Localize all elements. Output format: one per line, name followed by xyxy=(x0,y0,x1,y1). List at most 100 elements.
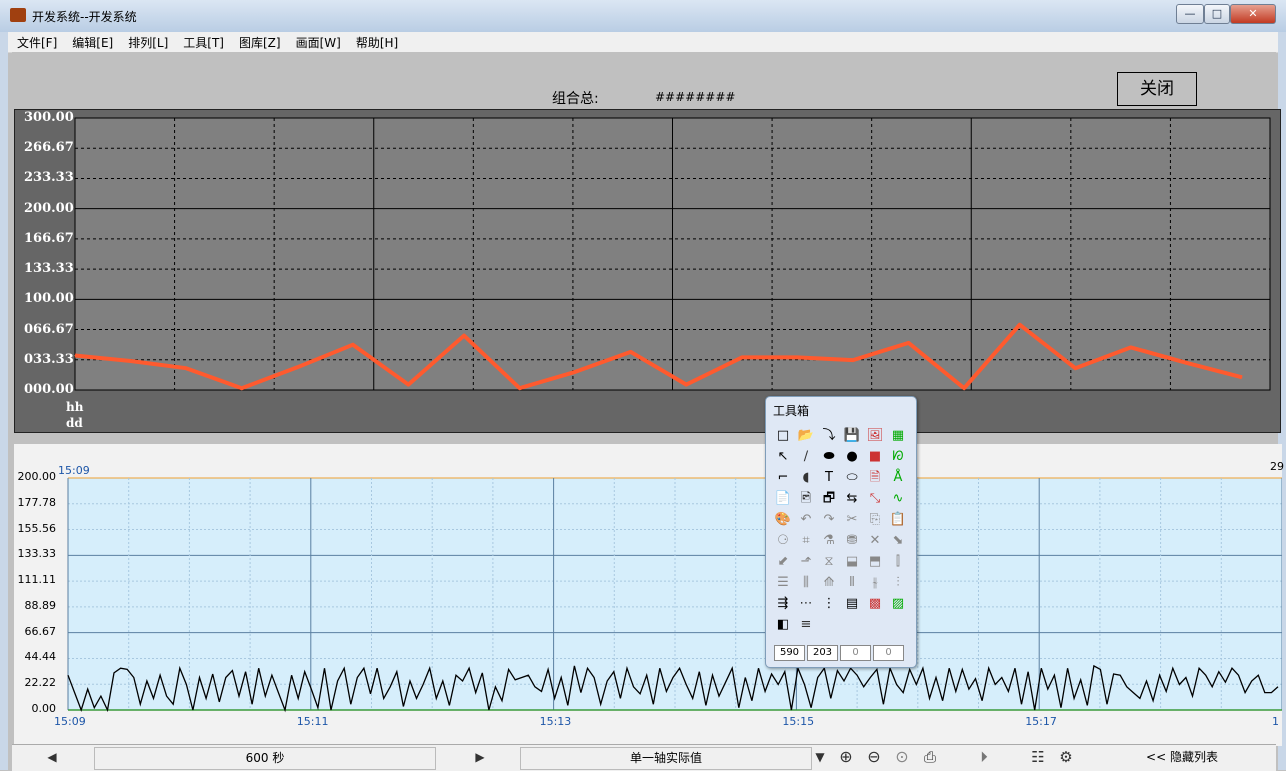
tool-icon[interactable]: T xyxy=(820,469,838,487)
tool-icon[interactable]: ∿ xyxy=(889,490,907,508)
tool-icon[interactable]: ✕ xyxy=(866,532,884,550)
hide-list-button[interactable]: << 隐藏列表 xyxy=(1092,747,1272,768)
chevron-down-icon[interactable]: ▼ xyxy=(810,748,830,766)
top-series-point xyxy=(685,384,687,386)
top-series-point xyxy=(407,384,409,386)
toolbox-window[interactable]: 工具箱 □ 📂 ⤵ 💾 🖼 ▦ ↖ ∕ ⬬ ● ■ ᘗ ⌐ ◖ T ⬭ 🗎 Å 📄 🖻 🗗 ⇆ ⤡ ∿ 🎨 ↶ ↷ ✂ ⎘ 📋 ⚆ ⌗ ⚗ ⛃ ✕ ⬊… xyxy=(765,396,917,668)
tool-icon[interactable]: 📋 xyxy=(889,511,907,529)
tool-icon[interactable]: ⧖ xyxy=(820,553,838,571)
menu-file[interactable]: 文件[F] xyxy=(8,32,63,51)
tool-icon[interactable]: ∕ xyxy=(797,448,815,466)
top-series-point xyxy=(1241,376,1243,378)
zoom-out-icon[interactable]: ⊖ xyxy=(864,748,884,766)
zoom-in-icon[interactable]: ⊕ xyxy=(836,748,856,766)
tool-icon[interactable]: ◖ xyxy=(797,469,815,487)
tool-icon[interactable]: ᘗ xyxy=(889,448,907,466)
minimize-button[interactable]: — xyxy=(1176,4,1204,24)
close-button[interactable]: 关闭 xyxy=(1117,72,1197,106)
tool-icon[interactable]: 🗗 xyxy=(820,490,838,508)
tool-icon[interactable]: 🖼 xyxy=(866,427,884,445)
menu-screen[interactable]: 画面[W] xyxy=(287,32,347,51)
history-trend-chart[interactable]: 300.00 266.67 233.33 200.00 166.67 133.33 100.… xyxy=(14,109,1281,433)
tool-icon[interactable]: ↖ xyxy=(774,448,792,466)
tool-icon[interactable]: ⬭ xyxy=(843,469,861,487)
tool-icon[interactable]: ▦ xyxy=(889,427,907,445)
realtime-curve-chart[interactable]: 200.00 177.78 155.56 133.33 111.11 88.89 66.67… xyxy=(14,444,1284,746)
tool-icon[interactable]: Å xyxy=(889,469,907,487)
height-field[interactable]: 0 xyxy=(873,645,904,661)
play-icon[interactable]: ⏵ xyxy=(974,748,994,766)
top-series-point xyxy=(241,387,243,389)
tool-icon[interactable]: ⋯ xyxy=(797,595,815,613)
prev-arrow-icon[interactable]: ◀ xyxy=(42,748,62,766)
y-position-field[interactable]: 203 xyxy=(807,645,838,661)
tool-icon[interactable]: ⫳ xyxy=(866,574,884,592)
tool-icon[interactable]: ⇶ xyxy=(774,595,792,613)
mode-select[interactable]: 单一轴实际值 xyxy=(520,747,812,770)
design-canvas[interactable]: 组合总: ######## 关闭 300.00 266.67 233.33 200.0… xyxy=(12,52,1284,770)
tool-icon[interactable]: ⬊ xyxy=(889,532,907,550)
tool-icon[interactable]: 📂 xyxy=(797,427,815,445)
tool-icon[interactable]: ☰ xyxy=(774,574,792,592)
tool-icon[interactable]: ⚗ xyxy=(820,532,838,550)
width-field[interactable]: 0 xyxy=(840,645,871,661)
menu-gallery[interactable]: 图库[Z] xyxy=(230,32,287,51)
tool-icon[interactable]: ▤ xyxy=(843,595,861,613)
top-series-point xyxy=(1185,362,1187,364)
tool-icon[interactable]: 🗎 xyxy=(866,469,884,487)
settings-icon[interactable]: ⚙ xyxy=(1056,748,1076,766)
menu-edit[interactable]: 编辑[E] xyxy=(63,32,119,51)
tool-icon[interactable]: 🎨 xyxy=(774,511,792,529)
x-position-field[interactable]: 590 xyxy=(774,645,805,661)
time-span-field[interactable]: 600 秒 xyxy=(94,747,436,770)
tool-icon[interactable]: ● xyxy=(843,448,861,466)
print-icon[interactable]: ⎙ xyxy=(920,748,940,766)
top-series-point xyxy=(1074,367,1076,369)
tool-icon[interactable]: □ xyxy=(774,427,792,445)
tool-icon[interactable]: ▨ xyxy=(889,595,907,613)
tool-icon[interactable]: 💾 xyxy=(843,427,861,445)
tool-icon[interactable]: ■ xyxy=(866,448,884,466)
tool-icon[interactable]: ⇆ xyxy=(843,490,861,508)
tool-icon[interactable]: ⋮ xyxy=(820,595,838,613)
tool-icon[interactable]: ↷ xyxy=(820,511,838,529)
tool-icon[interactable]: ⬏ xyxy=(797,553,815,571)
tool-icon[interactable]: 📄 xyxy=(774,490,792,508)
close-window-button[interactable]: ✕ xyxy=(1230,4,1276,24)
next-arrow-icon[interactable]: ▶ xyxy=(470,748,490,766)
tool-icon[interactable]: ◧ xyxy=(774,616,792,634)
tool-icon[interactable]: 🖻 xyxy=(797,490,815,508)
tool-icon[interactable]: ⛃ xyxy=(843,532,861,550)
top-series-point xyxy=(519,387,521,389)
tool-icon[interactable]: ≡ xyxy=(797,616,815,634)
bottom-chart-plot xyxy=(67,477,1282,713)
tool-icon[interactable]: ↶ xyxy=(797,511,815,529)
toolbox-title: 工具箱 xyxy=(773,404,810,418)
menu-tools[interactable]: 工具[T] xyxy=(174,32,230,51)
tool-icon[interactable]: ⫶ xyxy=(889,574,907,592)
tool-icon[interactable]: ⚆ xyxy=(774,532,792,550)
window-title: 开发系统--开发系统 xyxy=(32,10,137,24)
zoom-reset-icon[interactable]: ⊙ xyxy=(892,748,912,766)
tool-icon[interactable]: ⟰ xyxy=(820,574,838,592)
maximize-button[interactable]: □ xyxy=(1204,4,1230,24)
tool-icon[interactable]: ✂ xyxy=(843,511,861,529)
tool-icon[interactable]: ⬒ xyxy=(866,553,884,571)
tool-icon[interactable]: ⫴ xyxy=(843,574,861,592)
tool-icon[interactable]: ⬓ xyxy=(843,553,861,571)
list-icon[interactable]: ☷ xyxy=(1028,748,1048,766)
tool-icon[interactable]: ⌗ xyxy=(797,532,815,550)
top-series-point xyxy=(963,387,965,389)
menu-help[interactable]: 帮助[H] xyxy=(347,32,404,51)
tool-icon[interactable]: ⬬ xyxy=(820,448,838,466)
tool-icon[interactable]: ⫿ xyxy=(889,553,907,571)
tool-icon[interactable]: ⎘ xyxy=(866,511,884,529)
tool-icon[interactable]: ⤵ xyxy=(820,427,838,445)
tool-icon[interactable]: ⫼ xyxy=(797,574,815,592)
tool-icon[interactable]: ⬋ xyxy=(774,553,792,571)
tool-icon[interactable]: ⤡ xyxy=(866,490,884,508)
top-series-point xyxy=(574,371,576,373)
menu-arrange[interactable]: 排列[L] xyxy=(119,32,174,51)
tool-icon[interactable]: ▩ xyxy=(866,595,884,613)
tool-icon[interactable]: ⌐ xyxy=(774,469,792,487)
